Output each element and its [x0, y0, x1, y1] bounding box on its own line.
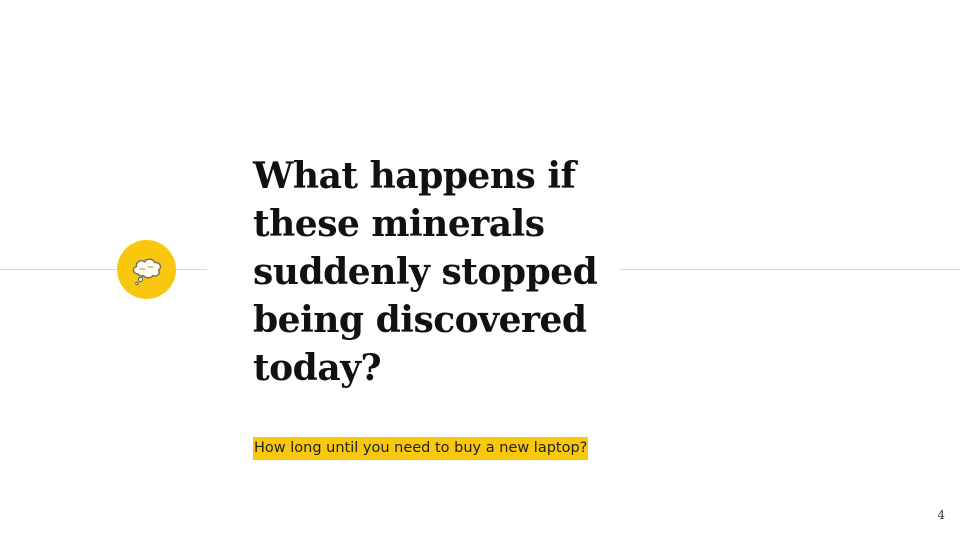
slide: What happens if these minerals suddenly …: [0, 0, 960, 540]
thought-bubble-icon: [132, 258, 162, 286]
slide-title-line: today?: [253, 347, 382, 389]
slide-title-line: suddenly stopped: [253, 251, 598, 293]
icon-badge: [117, 240, 176, 299]
slide-title: What happens if these minerals suddenly …: [253, 152, 653, 392]
slide-subtitle-highlight: How long until you need to buy a new lap…: [253, 437, 589, 460]
slide-title-line: What happens if: [253, 155, 576, 197]
divider-line-right: [620, 269, 960, 270]
slide-title-line: being discovered: [253, 299, 587, 341]
slide-title-line: these minerals: [253, 203, 545, 245]
page-number: 4: [937, 508, 945, 522]
